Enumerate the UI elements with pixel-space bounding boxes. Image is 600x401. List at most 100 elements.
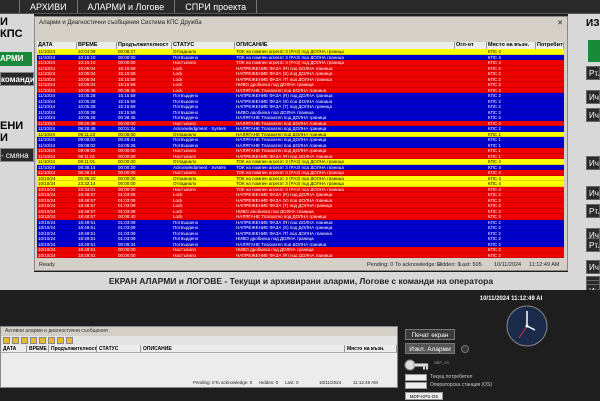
- bcol-duration[interactable]: Продължителност: [49, 345, 97, 352]
- table-cell: НАПРЕЖЕНИЕ ФАЗА (T) под ДОЛНА граница: [236, 104, 332, 109]
- alarm-window: Аларми и Диагностични съобщения Система …: [34, 16, 568, 271]
- table-cell: [455, 187, 487, 192]
- tool-icon-8[interactable]: [66, 337, 73, 344]
- table-cell: НАЛЯГАНЕ Тласкател под ДОЛНА граница: [236, 131, 327, 136]
- alarms-button[interactable]: АРМИ: [0, 52, 32, 66]
- right-button-0[interactable]: Ртл: [586, 66, 600, 80]
- table-cell: Потвърдено: [173, 104, 199, 109]
- table-cell: НАПРЕЖЕНИЕ ФАЗА (R) под ДОЛНА граница: [236, 153, 333, 158]
- disable-alarms-button[interactable]: Изкл. Аларми: [405, 343, 455, 354]
- table-cell: [455, 209, 487, 214]
- clock-icon: [505, 304, 549, 348]
- table-cell: КПС 2: [488, 120, 501, 125]
- table-cell: КПС 4: [488, 181, 501, 186]
- bcol-location[interactable]: Място на възн.: [345, 345, 397, 352]
- table-cell: 00:00:00: [118, 159, 136, 164]
- menu-item-alarms[interactable]: АЛАРМИ и Логове: [78, 0, 176, 13]
- table-cell: Lock: [173, 214, 183, 219]
- bcol-time[interactable]: ВРЕМЕ: [27, 345, 49, 352]
- tool-icon-2[interactable]: [12, 337, 19, 344]
- table-cell: 11/10/24: [38, 49, 56, 54]
- tool-icon-3[interactable]: [21, 337, 28, 344]
- close-icon[interactable]: ✕: [557, 18, 563, 30]
- table-cell: НАЛЯГАНЕ Тласкател под ДОЛНА граница: [236, 115, 327, 120]
- table-cell: [455, 88, 487, 93]
- right-button-4[interactable]: Иче: [586, 156, 600, 170]
- col-ack[interactable]: Огл-от: [455, 42, 487, 49]
- table-cell: 18:49:51: [78, 219, 96, 224]
- table-cell: Потвърдено: [173, 115, 199, 120]
- table-cell: Lock: [173, 82, 183, 87]
- active-alarms-window: Активни аларми и диагностични съобщения …: [0, 326, 398, 388]
- table-cell: 11/10/24: [38, 98, 56, 103]
- table-cell: 18:49:51: [78, 252, 96, 257]
- col-user[interactable]: Потребител: [536, 42, 564, 49]
- table-cell: ТОК на помпен агрегат 3 (РА3) под ДОЛНА …: [236, 159, 344, 164]
- print-screen-button[interactable]: Печат екран: [405, 329, 455, 340]
- menu-item-archives[interactable]: АРХИВИ: [20, 0, 78, 13]
- table-cell: КПС 2: [488, 225, 501, 230]
- bcol-status[interactable]: СТАТУС: [97, 345, 141, 352]
- table-cell: 10/10/24: [38, 252, 56, 257]
- right-button-2[interactable]: Иче: [586, 108, 600, 122]
- table-cell: НАЛЯГАНЕ Тласкател под ДОЛНА граница: [236, 241, 327, 246]
- right-button-1[interactable]: Иче: [586, 90, 600, 104]
- table-cell: КПС 4: [488, 186, 501, 191]
- bcol-description[interactable]: ОПИСАНИЕ: [141, 345, 345, 352]
- col-status[interactable]: СТАТУС: [172, 42, 235, 49]
- table-cell: 09:08:02: [78, 137, 96, 142]
- tool-icon-7[interactable]: [57, 337, 64, 344]
- right-button-7[interactable]: Ртл: [586, 238, 600, 252]
- table-cell: ТОК на помпен агрегат 3 (РА3) под ДОЛНА …: [236, 181, 344, 186]
- col-date[interactable]: ДАТА: [37, 42, 77, 49]
- table-cell: [455, 236, 487, 241]
- tool-icon-6[interactable]: [48, 337, 55, 344]
- table-cell: [536, 209, 564, 214]
- key-icon[interactable]: [404, 358, 430, 372]
- col-time[interactable]: ВРЕМЕ: [77, 42, 117, 49]
- table-cell: 10/10/24: [38, 214, 56, 219]
- table-cell: 15:15:59: [118, 65, 136, 70]
- menu-item-0[interactable]: [0, 0, 20, 13]
- right-button-3[interactable]: Ртл: [586, 204, 600, 218]
- table-cell: 00:09:34: [118, 241, 136, 246]
- clock-text: 10/11/2024 11:12:49 AI: [479, 296, 543, 302]
- tool-icon-1[interactable]: [3, 337, 10, 344]
- table-cell: КПС 1: [488, 131, 501, 136]
- right-button-5[interactable]: Иче: [586, 186, 600, 200]
- col-duration[interactable]: Продължителност: [117, 42, 172, 49]
- bcol-date[interactable]: ДАТА: [1, 345, 27, 352]
- table-cell: 11/10/24: [38, 120, 56, 125]
- menu-item-project[interactable]: СПРИ проекта: [175, 0, 258, 13]
- table-cell: 11/10/24: [38, 54, 56, 59]
- table-cell: Lock: [173, 76, 183, 81]
- table-cell: КПС 1: [488, 148, 501, 153]
- table-cell: [536, 77, 564, 82]
- shift-button[interactable]: - смяна: [0, 148, 34, 162]
- col-location[interactable]: Място на възн.: [487, 42, 536, 49]
- table-cell: 01:03:09: [118, 219, 136, 224]
- table-cell: [536, 198, 564, 203]
- table-cell: 09:08:02: [78, 148, 96, 153]
- right-panel: ИЗ РтлИчеИчеРтлИчеИчеИчеРтлИчеИчеРтлИче: [568, 14, 600, 298]
- table-cell: НАПРЕЖЕНИЕ ФАЗА (S) под ДОЛНА граница: [236, 225, 333, 230]
- table-cell: Настъпило: [173, 148, 197, 153]
- table-cell: ТОК на помпен агрегат 3 (РА3) под ДОЛНА …: [236, 60, 344, 65]
- table-cell: КПС 1: [488, 137, 501, 142]
- commands-button[interactable]: команди: [0, 72, 35, 86]
- table-cell: 00:00:00: [118, 175, 136, 180]
- tool-icon-5[interactable]: [39, 337, 46, 344]
- table-cell: КПС 2: [488, 230, 501, 235]
- table-row[interactable]: 10/10/24 18:49:51 00:00:00 Настъпило НАПРЕЖЕ…: [37, 252, 564, 258]
- alarm-window-title-text: Аларми и Диагностични съобщения Система …: [39, 20, 202, 26]
- left-title-line1: И: [0, 16, 8, 28]
- tool-icon-4[interactable]: [30, 337, 37, 344]
- status-time: 11:12:49 AM: [529, 262, 560, 268]
- table-cell: 00:00:00: [118, 181, 136, 186]
- right-button-8[interactable]: Иче: [586, 260, 600, 274]
- table-cell: 01:03:09: [118, 197, 136, 202]
- table-cell: 10:05:38: [78, 87, 96, 92]
- table-cell: НАЛЯГАНЕ Тласкател под ДОЛНА граница: [236, 148, 327, 153]
- col-description[interactable]: ОПИСАНИЕ: [235, 42, 455, 49]
- table-cell: [455, 170, 487, 175]
